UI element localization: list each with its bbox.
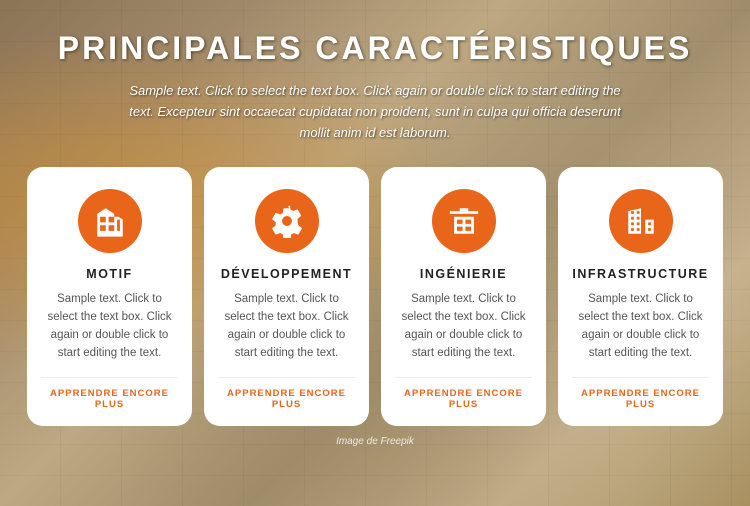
infrastructure-title: INFRASTRUCTURE [572,267,708,281]
card-infrastructure: INFRASTRUCTURE Sample text. Click to sel… [558,167,723,425]
gear-building-icon [270,204,304,238]
motif-text: Sample text. Click to select the text bo… [41,291,178,362]
city-icon [624,204,658,238]
developpement-link[interactable]: APPRENDRE ENCORE PLUS [218,377,355,410]
card-ingenierie: INGÉNIERIE Sample text. Click to select … [381,167,546,425]
developpement-text: Sample text. Click to select the text bo… [218,291,355,362]
page-subtitle: Sample text. Click to select the text bo… [125,81,625,143]
card-developpement: DÉVELOPPEMENT Sample text. Click to sele… [204,167,369,425]
developpement-title: DÉVELOPPEMENT [221,267,352,281]
ingenierie-title: INGÉNIERIE [420,267,507,281]
ingenierie-text: Sample text. Click to select the text bo… [395,291,532,362]
card-motif: MOTIF Sample text. Click to select the t… [27,167,192,425]
page-title: PRINCIPALES CARACTÉRISTIQUES [58,30,693,67]
ingenierie-icon-circle [432,189,496,253]
cards-container: MOTIF Sample text. Click to select the t… [20,167,730,425]
motif-icon-circle [78,189,142,253]
infrastructure-text: Sample text. Click to select the text bo… [572,291,709,362]
building-icon [93,204,127,238]
motif-link[interactable]: APPRENDRE ENCORE PLUS [41,377,178,410]
crane-icon [447,204,481,238]
developpement-icon-circle [255,189,319,253]
footer-credit: Image de Freepik [336,436,414,447]
page-content: PRINCIPALES CARACTÉRISTIQUES Sample text… [0,0,750,506]
ingenierie-link[interactable]: APPRENDRE ENCORE PLUS [395,377,532,410]
infrastructure-link[interactable]: APPRENDRE ENCORE PLUS [572,377,709,410]
motif-title: MOTIF [86,267,132,281]
infrastructure-icon-circle [609,189,673,253]
